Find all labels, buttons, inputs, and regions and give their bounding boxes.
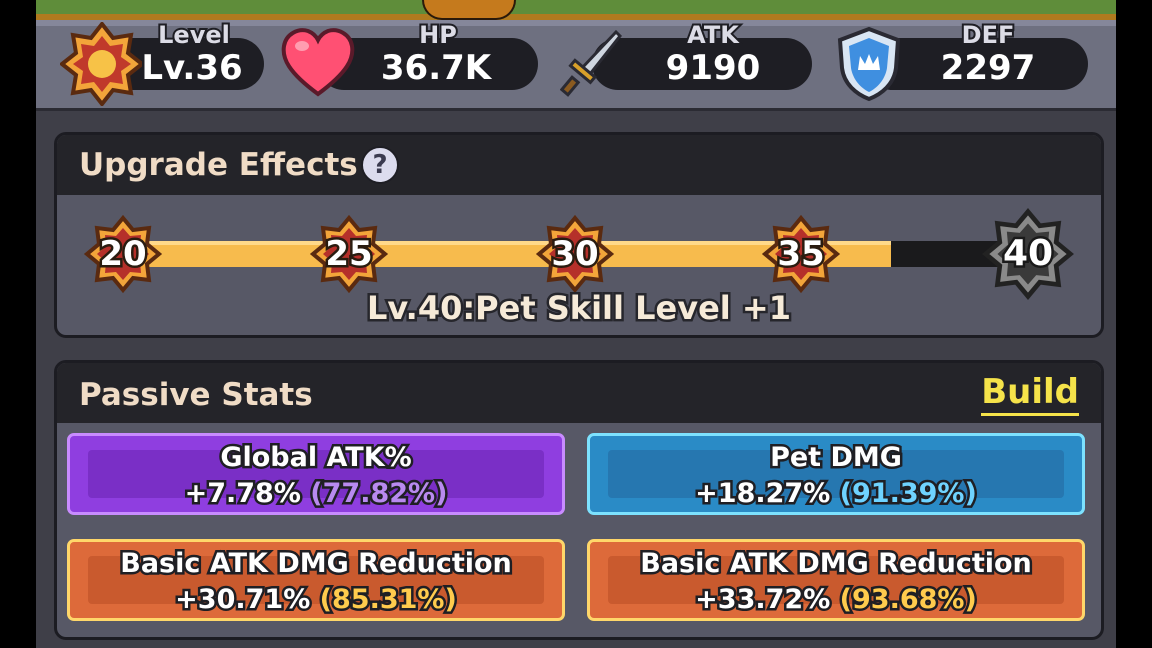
help-icon[interactable]: ?: [361, 146, 399, 184]
stat-value-line: +30.71% (85.31%): [70, 582, 562, 618]
milestone-30[interactable]: 30: [535, 214, 615, 294]
stat-value: +33.72%: [693, 582, 833, 618]
milestone-label: 35: [775, 232, 827, 277]
hp-value: 36.7K: [378, 46, 493, 91]
atk-label: ATK: [685, 19, 741, 51]
upgrade-effects-header: Upgrade Effects ?: [57, 135, 1101, 195]
stat-value: +30.71%: [173, 582, 313, 618]
upgrade-effects-title: Upgrade Effects: [79, 147, 358, 183]
def-value: 2297: [938, 46, 1038, 91]
milestone-20[interactable]: 20: [83, 214, 163, 294]
stat-max-value: (77.82%): [308, 476, 450, 512]
character-stats-panel: Level Lv.36 HP 36.7K ATK 9190 DEF 2297 U…: [36, 0, 1116, 648]
milestone-label: 40: [1000, 231, 1055, 277]
passive-stat-card-basic-atk-dmg-reduction-2[interactable]: Basic ATK DMG Reduction +33.72% (93.68%): [587, 539, 1085, 621]
def-label: DEF: [960, 19, 1017, 51]
top-scene-strip: [36, 0, 1116, 14]
level-value: Lv.36: [139, 46, 245, 91]
passive-stats-card: Passive Stats Build Global ATK% +7.78% (…: [54, 360, 1104, 640]
passive-stats-header: Passive Stats Build: [57, 363, 1101, 423]
stat-value-line: +7.78% (77.82%): [70, 476, 562, 512]
stat-name: Global ATK%: [218, 440, 414, 476]
sword-icon: [560, 29, 623, 97]
level-label: Level: [156, 19, 232, 51]
passive-stat-card-basic-atk-dmg-reduction-1[interactable]: Basic ATK DMG Reduction +30.71% (85.31%): [67, 539, 565, 621]
hp-label: HP: [417, 19, 459, 51]
passive-stat-card-global-atk[interactable]: Global ATK% +7.78% (77.82%): [67, 433, 565, 515]
milestone-25[interactable]: 25: [309, 214, 389, 294]
atk-value: 9190: [663, 46, 763, 91]
milestone-label: 30: [549, 232, 601, 277]
stat-value-line: +33.72% (93.68%): [590, 582, 1082, 618]
stat-max-value: (91.39%): [837, 476, 979, 512]
upgrade-effect-description: Lv.40:Pet Skill Level +1: [365, 287, 794, 330]
milestone-35[interactable]: 35: [761, 214, 841, 294]
milestone-label: 25: [323, 232, 375, 277]
passive-stat-card-pet-dmg[interactable]: Pet DMG +18.27% (91.39%): [587, 433, 1085, 515]
build-link[interactable]: Build: [981, 371, 1079, 416]
shield-icon: [837, 26, 901, 102]
stat-max-value: (93.68%): [837, 582, 979, 618]
heart-icon: [281, 28, 355, 97]
milestone-label: 20: [97, 232, 149, 277]
stat-max-value: (85.31%): [317, 582, 459, 618]
stats-bar: Level Lv.36 HP 36.7K ATK 9190 DEF 2297: [36, 19, 1116, 111]
chest-edge-icon: [422, 0, 516, 20]
stat-value: +7.78%: [182, 476, 303, 512]
stat-name: Pet DMG: [768, 440, 905, 476]
upgrade-effects-card: Upgrade Effects ? 20 25 30 35 40 Lv.40:P…: [54, 132, 1104, 338]
stat-value-line: +18.27% (91.39%): [590, 476, 1082, 512]
stat-name: Basic ATK DMG Reduction: [118, 546, 515, 582]
stat-value: +18.27%: [693, 476, 833, 512]
milestone-40-locked[interactable]: 40: [981, 207, 1075, 301]
stat-name: Basic ATK DMG Reduction: [638, 546, 1035, 582]
passive-stats-title: Passive Stats: [79, 377, 313, 413]
